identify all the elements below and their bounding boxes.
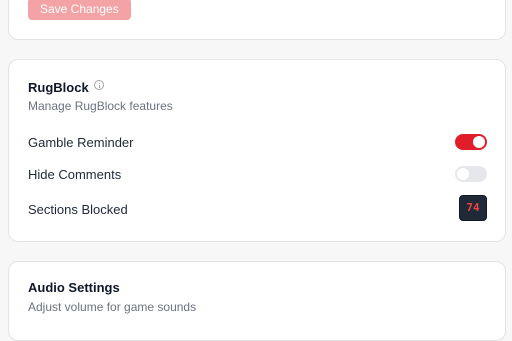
- sections-blocked-label: Sections Blocked: [28, 202, 128, 217]
- audio-settings-description: Adjust volume for game sounds: [28, 300, 197, 314]
- settings-card-top: Save Changes: [8, 0, 506, 40]
- audio-settings-card: Audio Settings Adjust volume for game so…: [8, 261, 506, 341]
- save-changes-button[interactable]: Save Changes: [28, 0, 131, 20]
- info-icon[interactable]: [94, 80, 104, 90]
- hide-comments-label: Hide Comments: [28, 167, 122, 182]
- sections-blocked-counter: 74: [459, 195, 487, 221]
- rugblock-description: Manage RugBlock features: [28, 99, 173, 113]
- gamble-reminder-toggle[interactable]: [455, 134, 487, 150]
- rugblock-card: RugBlock Manage RugBlock features Gamble…: [8, 59, 506, 242]
- rugblock-title: RugBlock: [28, 80, 89, 95]
- audio-settings-title: Audio Settings: [28, 280, 120, 295]
- toggle-knob: [473, 136, 485, 148]
- hide-comments-toggle[interactable]: [455, 166, 487, 182]
- toggle-knob: [457, 168, 469, 180]
- gamble-reminder-label: Gamble Reminder: [28, 135, 134, 150]
